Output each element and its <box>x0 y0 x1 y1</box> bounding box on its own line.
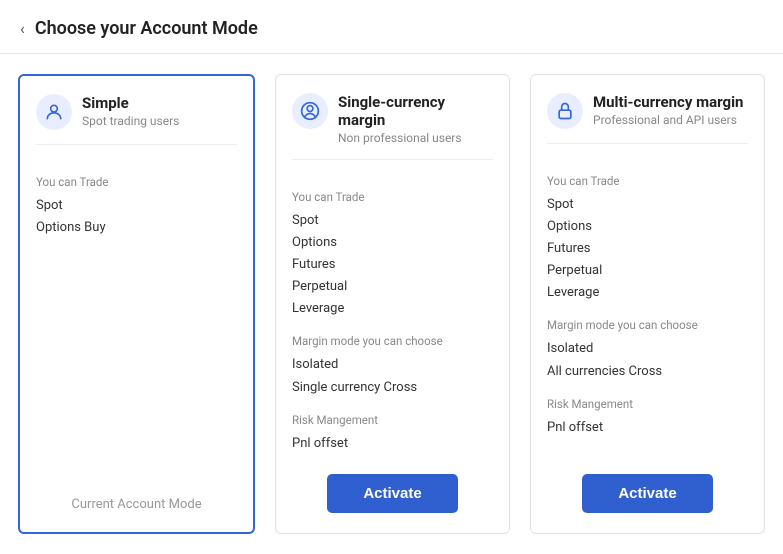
margin-list-single-currency: IsolatedSingle currency Cross <box>292 354 493 398</box>
list-item: Futures <box>292 254 493 276</box>
card-subtitle-multi-currency: Professional and API users <box>593 113 743 127</box>
trade-list-simple: SpotOptions Buy <box>36 195 237 239</box>
cards-container: Simple Spot trading users You can Trade Spo… <box>0 54 783 554</box>
trade-label-simple: You can Trade <box>36 175 237 189</box>
list-item: Perpetual <box>292 276 493 298</box>
activate-button-multi-currency[interactable]: Activate <box>582 474 712 513</box>
card-title-block-simple: Simple Spot trading users <box>82 94 179 128</box>
margin-list-multi-currency: IsolatedAll currencies Cross <box>547 338 748 382</box>
card-header-single-currency: Single-currency margin Non professional u… <box>292 93 493 160</box>
risk-label-multi-currency: Risk Mangement <box>547 397 748 411</box>
list-item: Leverage <box>292 298 493 320</box>
card-subtitle-simple: Spot trading users <box>82 114 179 128</box>
page-header: ‹ Choose your Account Mode <box>0 0 783 54</box>
activate-button-single-currency[interactable]: Activate <box>327 474 457 513</box>
trade-label-single-currency: You can Trade <box>292 190 493 204</box>
trade-list-multi-currency: SpotOptionsFuturesPerpetualLeverage <box>547 194 748 304</box>
margin-label-multi-currency: Margin mode you can choose <box>547 318 748 332</box>
card-header-multi-currency: Multi-currency margin Professional and AP… <box>547 93 748 144</box>
margin-label-single-currency: Margin mode you can choose <box>292 334 493 348</box>
card-multi-currency: Multi-currency margin Professional and AP… <box>530 74 765 534</box>
risk-list-single-currency: Pnl offset <box>292 433 493 455</box>
list-item: Options <box>547 216 748 238</box>
card-header-simple: Simple Spot trading users <box>36 94 237 145</box>
trade-list-single-currency: SpotOptionsFuturesPerpetualLeverage <box>292 210 493 320</box>
list-item: Pnl offset <box>292 433 493 455</box>
card-simple: Simple Spot trading users You can Trade Spo… <box>18 74 255 534</box>
list-item: All currencies Cross <box>547 361 748 383</box>
card-footer-single-currency: Activate <box>292 458 493 513</box>
list-item: Perpetual <box>547 260 748 282</box>
card-subtitle-single-currency: Non professional users <box>338 131 493 145</box>
list-item: Options <box>292 232 493 254</box>
list-item: Isolated <box>292 354 493 376</box>
card-title-single-currency: Single-currency margin <box>338 93 493 129</box>
list-item: Leverage <box>547 282 748 304</box>
risk-label-single-currency: Risk Mangement <box>292 413 493 427</box>
list-item: Spot <box>36 195 237 217</box>
list-item: Spot <box>292 210 493 232</box>
card-title-multi-currency: Multi-currency margin <box>593 93 743 111</box>
current-account-mode-label: Current Account Mode <box>71 497 201 512</box>
list-item: Futures <box>547 238 748 260</box>
card-footer-multi-currency: Activate <box>547 458 748 513</box>
list-item: Pnl offset <box>547 417 748 439</box>
card-title-block-single-currency: Single-currency margin Non professional u… <box>338 93 493 145</box>
list-item: Options Buy <box>36 217 237 239</box>
lock-icon <box>547 93 583 129</box>
list-item: Spot <box>547 194 748 216</box>
risk-list-multi-currency: Pnl offset <box>547 417 748 439</box>
person-icon <box>36 94 72 130</box>
back-button[interactable]: ‹ <box>20 19 25 38</box>
card-title-simple: Simple <box>82 94 179 112</box>
page-title: Choose your Account Mode <box>35 18 258 39</box>
list-item: Single currency Cross <box>292 377 493 399</box>
person-circle-icon <box>292 93 328 129</box>
list-item: Isolated <box>547 338 748 360</box>
card-single-currency: Single-currency margin Non professional u… <box>275 74 510 534</box>
trade-label-multi-currency: You can Trade <box>547 174 748 188</box>
card-footer-simple: Current Account Mode <box>36 481 237 512</box>
card-title-block-multi-currency: Multi-currency margin Professional and AP… <box>593 93 743 127</box>
